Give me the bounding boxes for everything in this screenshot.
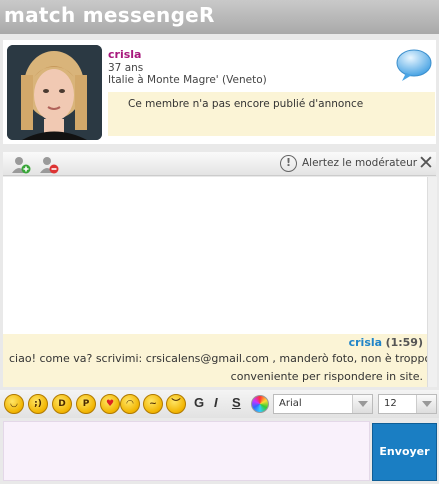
send-button[interactable]: Envoyer — [372, 423, 437, 481]
chevron-down-icon[interactable] — [416, 395, 436, 413]
smile-icon[interactable]: ◡ — [4, 394, 24, 414]
chevron-down-icon[interactable] — [352, 395, 372, 413]
unhappy-icon[interactable]: ︶ — [166, 394, 186, 414]
confused-icon[interactable]: ~ — [143, 394, 163, 414]
alert-moderator-link[interactable]: Alertez le modérateur — [302, 157, 417, 169]
color-picker-icon[interactable] — [251, 395, 269, 413]
love-icon[interactable]: ♥ — [100, 394, 120, 414]
message-input[interactable] — [3, 421, 370, 481]
message-text-line2: conveniente per rispondere in site. — [230, 370, 423, 383]
grin-icon[interactable]: D — [52, 394, 72, 414]
profile-location: Italie à Monte Magre' (Veneto) — [108, 74, 267, 86]
close-icon[interactable]: ✕ — [418, 152, 434, 174]
tongue-icon[interactable]: P — [76, 394, 96, 414]
message-text-line1: ciao! come va? scrivimi: crsicalens@gmai… — [9, 352, 432, 365]
chat-history: crisla (1:59) ciao! come va? scrivimi: c… — [3, 177, 431, 387]
italic-button[interactable]: I — [214, 395, 218, 410]
app-title: match messengeR — [4, 3, 215, 27]
chat-scrollbar[interactable] — [427, 177, 437, 387]
annonce-text: Ce membre n'a pas encore publié d'annonc… — [128, 98, 364, 110]
alert-icon[interactable]: ! — [280, 155, 297, 172]
message-header: crisla (1:59) — [349, 336, 423, 349]
profile-age: 37 ans — [108, 62, 144, 74]
wink-icon[interactable]: ;) — [28, 394, 48, 414]
title-bar: match messengeR — [0, 0, 439, 34]
size-select[interactable]: 12 — [378, 394, 437, 414]
strike-button[interactable]: S — [232, 395, 241, 410]
annonce-box: Ce membre n'a pas encore publié d'annonc… — [108, 92, 435, 136]
message-author: crisla — [348, 336, 383, 349]
chat-toolbar: ! Alertez le modérateur ✕ — [3, 152, 436, 176]
message-time: (1:59) — [385, 336, 423, 349]
sad-icon[interactable]: ◠ — [120, 394, 140, 414]
add-contact-icon[interactable] — [11, 155, 31, 174]
block-contact-icon[interactable] — [39, 155, 59, 174]
profile-name[interactable]: crisla — [108, 48, 141, 61]
bold-button[interactable]: G — [194, 395, 204, 410]
font-select[interactable]: Arial — [273, 394, 373, 414]
chat-bubble-icon — [396, 48, 432, 82]
format-toolbar: ◡ ;) D P ♥ ◠ ~ ︶ G I S Arial 12 — [0, 390, 439, 418]
profile-card: crisla 37 ans Italie à Monte Magre' (Ven… — [3, 40, 436, 144]
chat-message: crisla (1:59) ciao! come va? scrivimi: c… — [3, 334, 431, 387]
profile-photo[interactable] — [7, 45, 102, 140]
size-value: 12 — [384, 398, 397, 409]
font-value: Arial — [279, 398, 302, 409]
